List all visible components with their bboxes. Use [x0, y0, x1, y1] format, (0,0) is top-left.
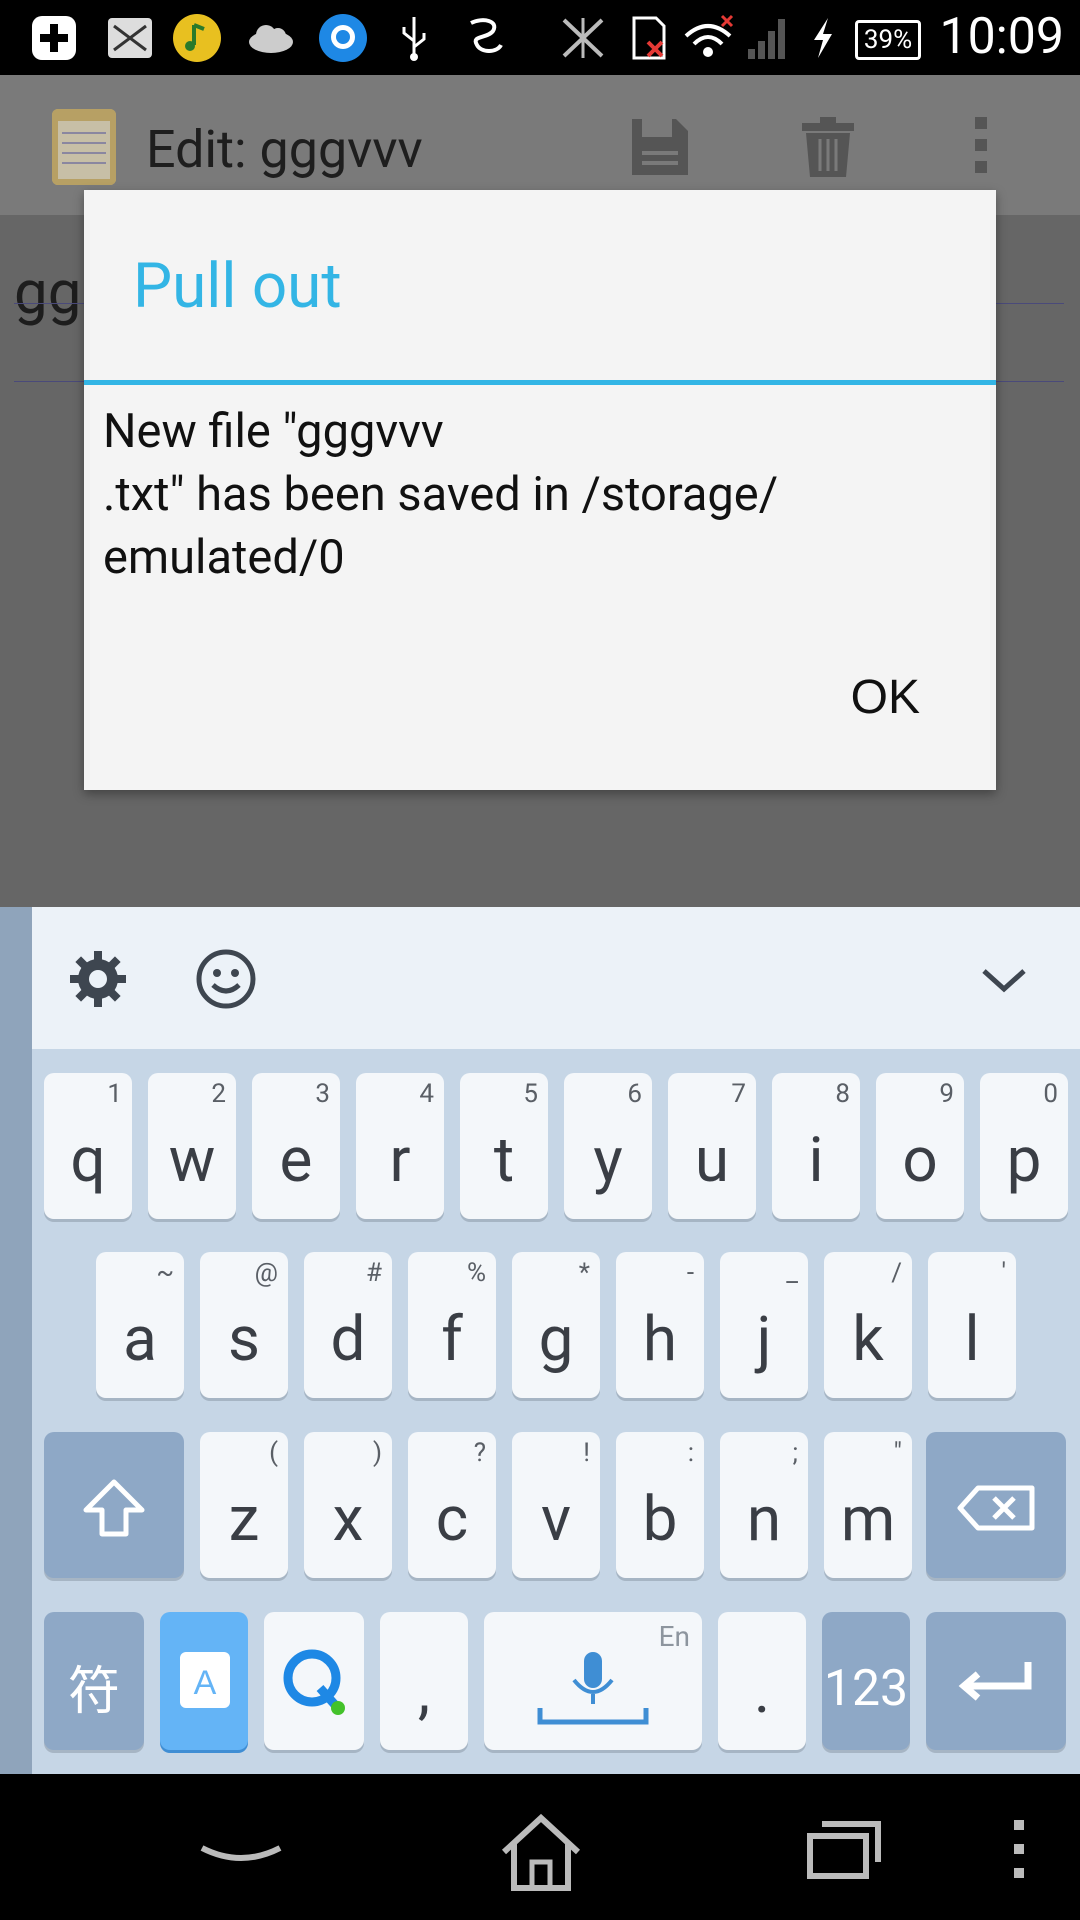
key-j[interactable]: _ j [720, 1252, 808, 1398]
status-bar: 39% 10:09 [0, 0, 1080, 75]
keyboard-toolbar [32, 907, 1080, 1049]
key-t[interactable]: 5t [460, 1073, 548, 1219]
key-u[interactable]: 7u [668, 1073, 756, 1219]
home-icon[interactable] [496, 1812, 586, 1892]
save-icon[interactable] [628, 115, 692, 179]
enter-key[interactable] [926, 1612, 1066, 1750]
comma-key[interactable]: , [380, 1612, 468, 1750]
key-p[interactable]: 0p [980, 1073, 1068, 1219]
dialog-divider [84, 380, 996, 385]
back-icon[interactable] [196, 1812, 286, 1892]
shift-icon [82, 1478, 146, 1542]
signal-blocked-icon [556, 14, 610, 62]
battery-icon: 39% [855, 20, 921, 60]
key-s[interactable]: @ s [200, 1252, 288, 1398]
cellular-signal-icon [742, 14, 792, 62]
keyboard-side-strip [0, 907, 32, 1774]
key-v[interactable]: ! v [512, 1432, 600, 1578]
numbers-key[interactable]: 123 [822, 1612, 910, 1750]
symbols-key[interactable]: 符 [44, 1612, 144, 1750]
key-b[interactable]: :b [616, 1432, 704, 1578]
enter-icon [958, 1658, 1038, 1710]
q-logo-icon [282, 1648, 346, 1720]
keyboard-a-icon: A [176, 1648, 234, 1716]
alert-dialog: Pull out New file "gggvvv .txt" has been… [84, 190, 996, 790]
key-c[interactable]: ? c [408, 1432, 496, 1578]
key-m[interactable]: " m [824, 1432, 912, 1578]
dialog-message: New file "gggvvv .txt" has been saved in… [103, 404, 779, 585]
editor-text: gg [14, 257, 82, 328]
navigation-bar [0, 1774, 1080, 1920]
key-i[interactable]: 8i [772, 1073, 860, 1219]
clock: 10:09 [939, 8, 1064, 66]
more-vert-icon[interactable] [966, 115, 996, 179]
ok-button[interactable]: OK [851, 670, 920, 725]
backspace-key[interactable] [926, 1432, 1066, 1578]
key-z[interactable]: (z [200, 1432, 288, 1578]
sd-error-icon [626, 14, 670, 62]
menu-icon[interactable] [1004, 1812, 1034, 1892]
key-e[interactable]: 3e [252, 1073, 340, 1219]
key-n[interactable]: ; n [720, 1432, 808, 1578]
emoji-icon[interactable] [194, 947, 258, 1011]
space-key[interactable]: En [484, 1612, 702, 1750]
battery-percent: 39% [863, 25, 913, 55]
key-d[interactable]: # d [304, 1252, 392, 1398]
page-title: Edit: gggvvv [146, 119, 423, 180]
music-icon [170, 14, 224, 62]
input-method-icon [460, 14, 510, 62]
key-o[interactable]: 9o [876, 1073, 964, 1219]
mail-icon [100, 14, 160, 62]
key-a[interactable]: ~ a [96, 1252, 184, 1398]
charging-icon [806, 14, 840, 62]
cloud-icon [244, 14, 298, 62]
period-key[interactable]: . [718, 1612, 806, 1750]
key-x[interactable]: ) x [304, 1432, 392, 1578]
delete-icon[interactable] [796, 115, 860, 179]
key-w[interactable]: 2w [148, 1073, 236, 1219]
backspace-icon [956, 1484, 1036, 1536]
key-r[interactable]: 4r [356, 1073, 444, 1219]
svg-text:A: A [194, 1664, 217, 1702]
wifi-error-icon [680, 14, 736, 62]
key-h[interactable]: -h [616, 1252, 704, 1398]
shift-key[interactable] [44, 1432, 184, 1578]
recents-icon[interactable] [800, 1812, 890, 1892]
collapse-chevron-icon[interactable] [972, 947, 1036, 1011]
microphone-icon [536, 1648, 650, 1736]
notepad-icon [52, 109, 116, 185]
settings-icon[interactable] [66, 947, 130, 1011]
key-k[interactable]: / k [824, 1252, 912, 1398]
key-y[interactable]: 6y [564, 1073, 652, 1219]
key-f[interactable]: % f [408, 1252, 496, 1398]
dialog-title: Pull out [133, 250, 342, 323]
key-l[interactable]: ' l [928, 1252, 1016, 1398]
q-search-key[interactable] [264, 1612, 364, 1750]
q-browser-icon [316, 14, 370, 62]
key-g[interactable]: * g [512, 1252, 600, 1398]
key-q[interactable]: 1q [44, 1073, 132, 1219]
usb-icon [394, 14, 434, 62]
input-mode-key[interactable]: A [160, 1612, 248, 1750]
plus-icon [24, 14, 84, 62]
